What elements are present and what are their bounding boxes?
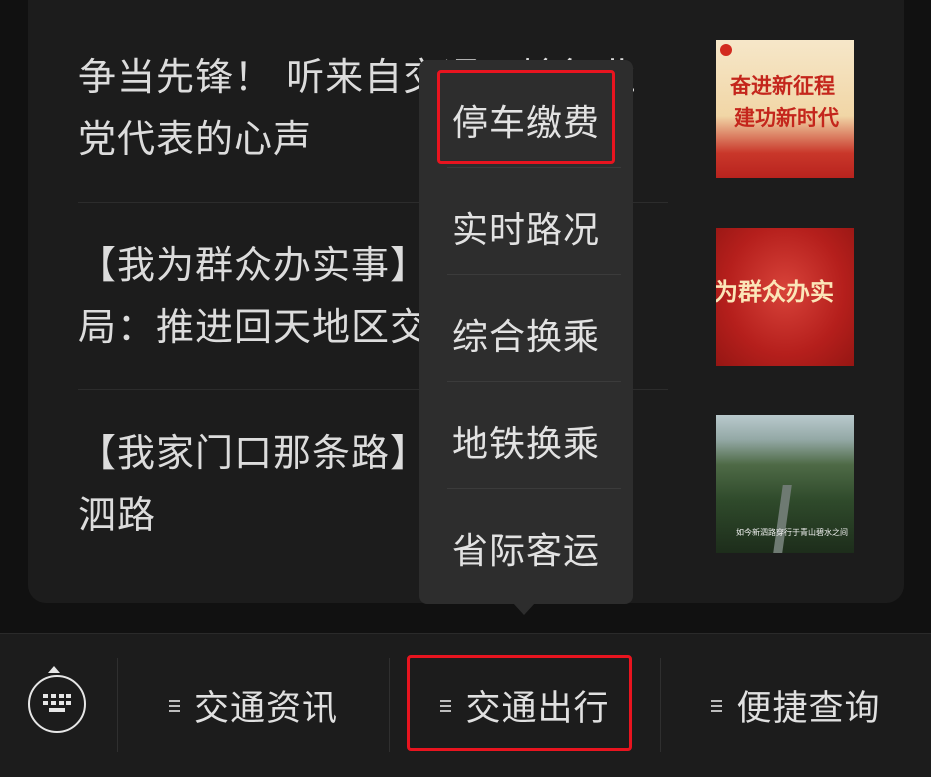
thumbnail-caption: 建功新时代	[734, 105, 839, 130]
menu-divider	[447, 381, 621, 382]
menu-item-metro-transfer[interactable]: 地铁换乘	[419, 415, 633, 467]
menu-divider	[447, 274, 621, 275]
menu-lines-icon	[168, 699, 180, 712]
article-thumbnail-1[interactable]: 奋进新征程 建功新时代	[716, 40, 854, 178]
keyboard-icon[interactable]	[28, 675, 86, 733]
menu-lines-icon	[711, 699, 723, 712]
menu-item-realtime-traffic[interactable]: 实时路况	[419, 201, 633, 253]
road-image	[773, 485, 792, 553]
highlight-box-traffic-travel	[407, 655, 632, 751]
popup-pointer	[513, 603, 535, 615]
thumbnail-caption: 为群众办实	[716, 277, 834, 306]
article-thumbnail-3[interactable]: 如今新泗路穿行于青山碧水之间	[716, 415, 854, 553]
highlight-box-parking	[437, 70, 615, 164]
tab-traffic-news[interactable]: 交通资讯	[118, 634, 389, 777]
article-thumbnail-2[interactable]: 为群众办实	[716, 228, 854, 366]
menu-divider	[447, 167, 621, 168]
tab-label: 便捷查询	[736, 689, 881, 729]
thumbnail-caption: 如今新泗路穿行于青山碧水之间	[736, 528, 848, 537]
party-emblem-icon	[720, 44, 732, 56]
tab-label: 交通资讯	[193, 689, 338, 729]
menu-item-transfer[interactable]: 综合换乘	[419, 308, 633, 360]
caret-up-icon	[48, 666, 60, 673]
tab-quick-query[interactable]: 便捷查询	[661, 634, 931, 777]
thumbnail-caption: 奋进新征程	[730, 73, 835, 98]
menu-item-intercity-bus[interactable]: 省际客运	[419, 522, 633, 574]
menu-divider	[447, 488, 621, 489]
